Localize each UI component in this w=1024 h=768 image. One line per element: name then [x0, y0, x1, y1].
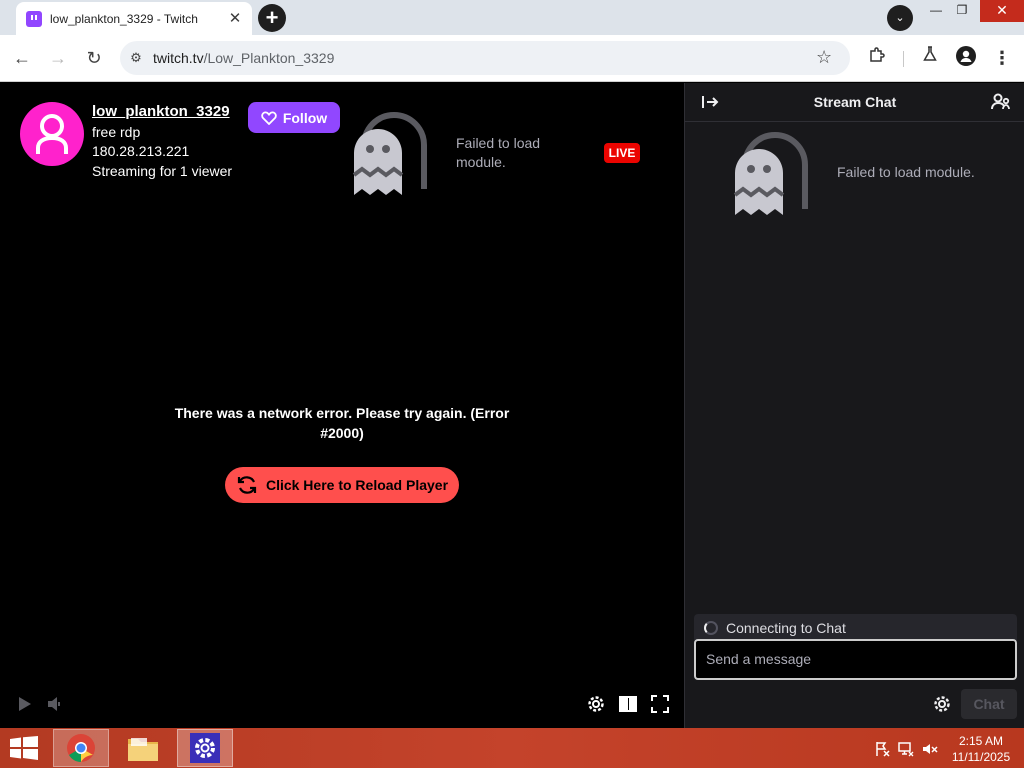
toolbar-separator: [903, 51, 904, 67]
chat-settings-gear-icon[interactable]: [932, 694, 952, 719]
tab-search-chevron-down-icon[interactable]: ⌄: [887, 5, 913, 31]
twitch-favicon-icon: [26, 10, 42, 27]
url-text[interactable]: twitch.tv/Low_Plankton_3329: [153, 50, 334, 66]
profile-icon[interactable]: [954, 46, 978, 70]
heart-icon: [261, 111, 277, 125]
follow-button[interactable]: Follow: [248, 102, 340, 133]
kebab-menu-icon[interactable]: ⋮: [990, 46, 1014, 70]
play-icon[interactable]: [16, 694, 34, 714]
windows-taskbar: 2:15 AM 11/11/2025: [0, 728, 1024, 768]
follow-label: Follow: [282, 109, 328, 126]
window-close-button[interactable]: ✕: [980, 0, 1024, 22]
chat-module-error-text: Failed to load module.: [837, 164, 975, 180]
fullscreen-icon[interactable]: [650, 694, 670, 714]
channel-avatar[interactable]: [20, 102, 84, 166]
video-player[interactable]: low_plankton_3329 free rdp 180.28.213.22…: [0, 83, 684, 728]
ghost-icon: [352, 103, 436, 202]
channel-name-link[interactable]: low_plankton_3329: [92, 103, 230, 120]
module-error-text: Failed to load module.: [456, 135, 541, 170]
labs-flask-icon[interactable]: [918, 46, 942, 70]
url-path: /Low_Plankton_3329: [203, 50, 335, 66]
site-info-icon[interactable]: ⚙: [128, 50, 144, 66]
clock-date: 11/11/2025: [951, 750, 1011, 764]
address-bar[interactable]: ⚙ twitch.tv/Low_Plankton_3329 ☆: [120, 41, 850, 75]
loading-spinner-icon: [704, 620, 718, 635]
viewer-count: Streaming for 1 viewer: [92, 163, 233, 179]
ghost-icon: [733, 123, 817, 222]
stream-subtitle: 180.28.213.221: [92, 143, 190, 159]
live-badge: LIVE: [604, 143, 640, 163]
clock-time: 2:15 AM: [958, 734, 1004, 748]
network-icon[interactable]: [898, 741, 914, 757]
browser-titlebar: low_plankton_3329 - Twitch ✕ + ⌄ — ❐ ✕: [0, 0, 1024, 35]
browser-toolbar: ← → ↻ ⚙ twitch.tv/Low_Plankton_3329 ☆ ⋮: [0, 35, 1024, 82]
chat-title: Stream Chat: [813, 94, 897, 110]
chat-send-button[interactable]: Chat: [961, 689, 1017, 719]
volume-icon[interactable]: [46, 694, 64, 714]
window-restore-button[interactable]: ❐: [946, 0, 978, 22]
chat-panel: Stream Chat Failed to load module. Conne…: [684, 83, 1024, 728]
network-error-message: There was a network error. Please try ag…: [174, 405, 510, 441]
back-arrow-icon[interactable]: ←: [10, 46, 34, 70]
gear-icon[interactable]: [586, 694, 606, 714]
browser-tab[interactable]: low_plankton_3329 - Twitch ✕: [16, 2, 252, 35]
users-icon[interactable]: [991, 92, 1011, 117]
chat-header: Stream Chat: [685, 83, 1024, 122]
theatre-mode-icon[interactable]: [618, 694, 638, 714]
taskbar-folder-icon[interactable]: [115, 729, 171, 767]
reload-label: Click Here to Reload Player: [265, 477, 449, 493]
connecting-status: Connecting to Chat: [694, 614, 1017, 641]
bookmark-star-icon[interactable]: ☆: [816, 47, 832, 68]
tab-close-icon[interactable]: ✕: [226, 10, 244, 28]
reload-icon[interactable]: ↻: [82, 46, 106, 70]
taskbar-settings-icon[interactable]: [177, 729, 233, 767]
forward-arrow-icon[interactable]: →: [46, 46, 70, 70]
taskbar-chrome-icon[interactable]: [53, 729, 109, 767]
stream-title: free rdp: [92, 124, 141, 140]
system-clock[interactable]: 2:15 AM 11/11/2025: [946, 733, 1016, 765]
url-host: twitch.tv: [153, 50, 204, 66]
action-center-flag-icon[interactable]: [874, 741, 890, 757]
user-silhouette-icon: [36, 114, 68, 154]
extensions-icon[interactable]: [865, 46, 889, 70]
reload-player-button[interactable]: Click Here to Reload Player: [225, 467, 459, 503]
new-tab-button[interactable]: +: [258, 4, 286, 32]
tab-title: low_plankton_3329 - Twitch: [50, 11, 198, 26]
windows-start-icon[interactable]: [10, 736, 38, 765]
refresh-icon: [237, 476, 257, 494]
connecting-text: Connecting to Chat: [726, 619, 846, 636]
chat-message-input[interactable]: Send a message: [694, 639, 1017, 680]
volume-muted-icon[interactable]: [922, 741, 938, 757]
